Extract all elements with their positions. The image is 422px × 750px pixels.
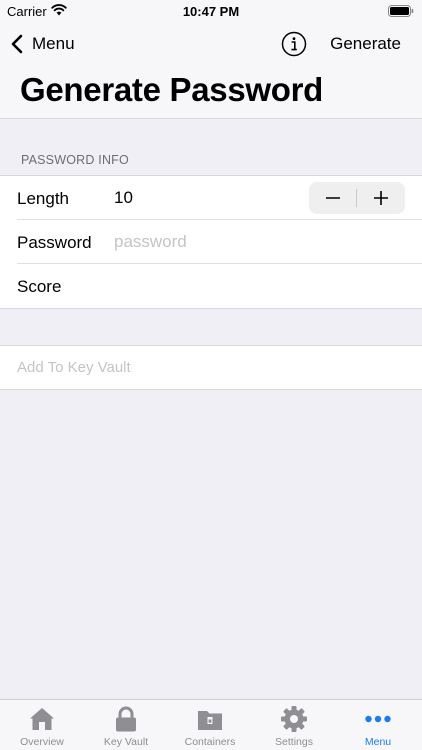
- folder-icon: [198, 711, 222, 730]
- length-row: Length 10: [0, 176, 422, 220]
- battery-icon: [388, 5, 414, 17]
- page-title: Generate Password: [20, 71, 324, 108]
- score-label: Score: [17, 277, 62, 296]
- add-to-key-vault-button[interactable]: Add To Key Vault: [17, 359, 131, 376]
- tab-menu[interactable]: Menu: [336, 700, 420, 750]
- password-label: Password: [17, 233, 92, 252]
- plus-icon: [374, 191, 388, 205]
- section-header-password-info: PASSWORD INFO: [21, 153, 129, 167]
- more-icon: [365, 715, 391, 723]
- tab-bar: Overview Key Vault Containers Settings M…: [0, 699, 422, 750]
- tab-overview[interactable]: Overview: [0, 700, 84, 750]
- decrement-button[interactable]: [309, 182, 357, 214]
- gear-icon: [281, 706, 307, 732]
- add-to-key-vault-row[interactable]: Add To Key Vault: [0, 345, 422, 390]
- minus-icon: [326, 197, 340, 199]
- back-button-label: Menu: [32, 34, 75, 53]
- house-icon: [30, 708, 54, 730]
- back-button[interactable]: Menu: [10, 30, 75, 58]
- tab-label: Overview: [20, 736, 64, 748]
- info-icon[interactable]: [281, 31, 307, 57]
- password-input[interactable]: [114, 230, 394, 254]
- length-value: 10: [114, 188, 133, 207]
- tab-label: Containers: [184, 736, 236, 748]
- tab-settings[interactable]: Settings: [252, 700, 336, 750]
- length-stepper: [309, 182, 405, 214]
- password-info-group: Length 10 Password Score: [0, 175, 422, 309]
- length-label: Length: [17, 189, 69, 208]
- tab-label: Settings: [275, 736, 313, 748]
- password-row: Password: [0, 220, 422, 264]
- score-row: Score: [0, 264, 422, 308]
- increment-button[interactable]: [357, 182, 405, 214]
- tab-label: Key Vault: [103, 736, 149, 748]
- chevron-left-icon: [11, 34, 23, 54]
- clock: 10:47 PM: [182, 4, 240, 19]
- generate-button[interactable]: Generate: [330, 34, 401, 54]
- status-bar: Carrier 10:47 PM: [0, 0, 422, 22]
- tab-label: Menu: [364, 736, 392, 748]
- tab-key-vault[interactable]: Key Vault: [84, 700, 168, 750]
- tab-containers[interactable]: Containers: [168, 700, 252, 750]
- lock-icon: [116, 706, 136, 732]
- navigation-bar: Menu Generate Generate Password: [0, 22, 422, 119]
